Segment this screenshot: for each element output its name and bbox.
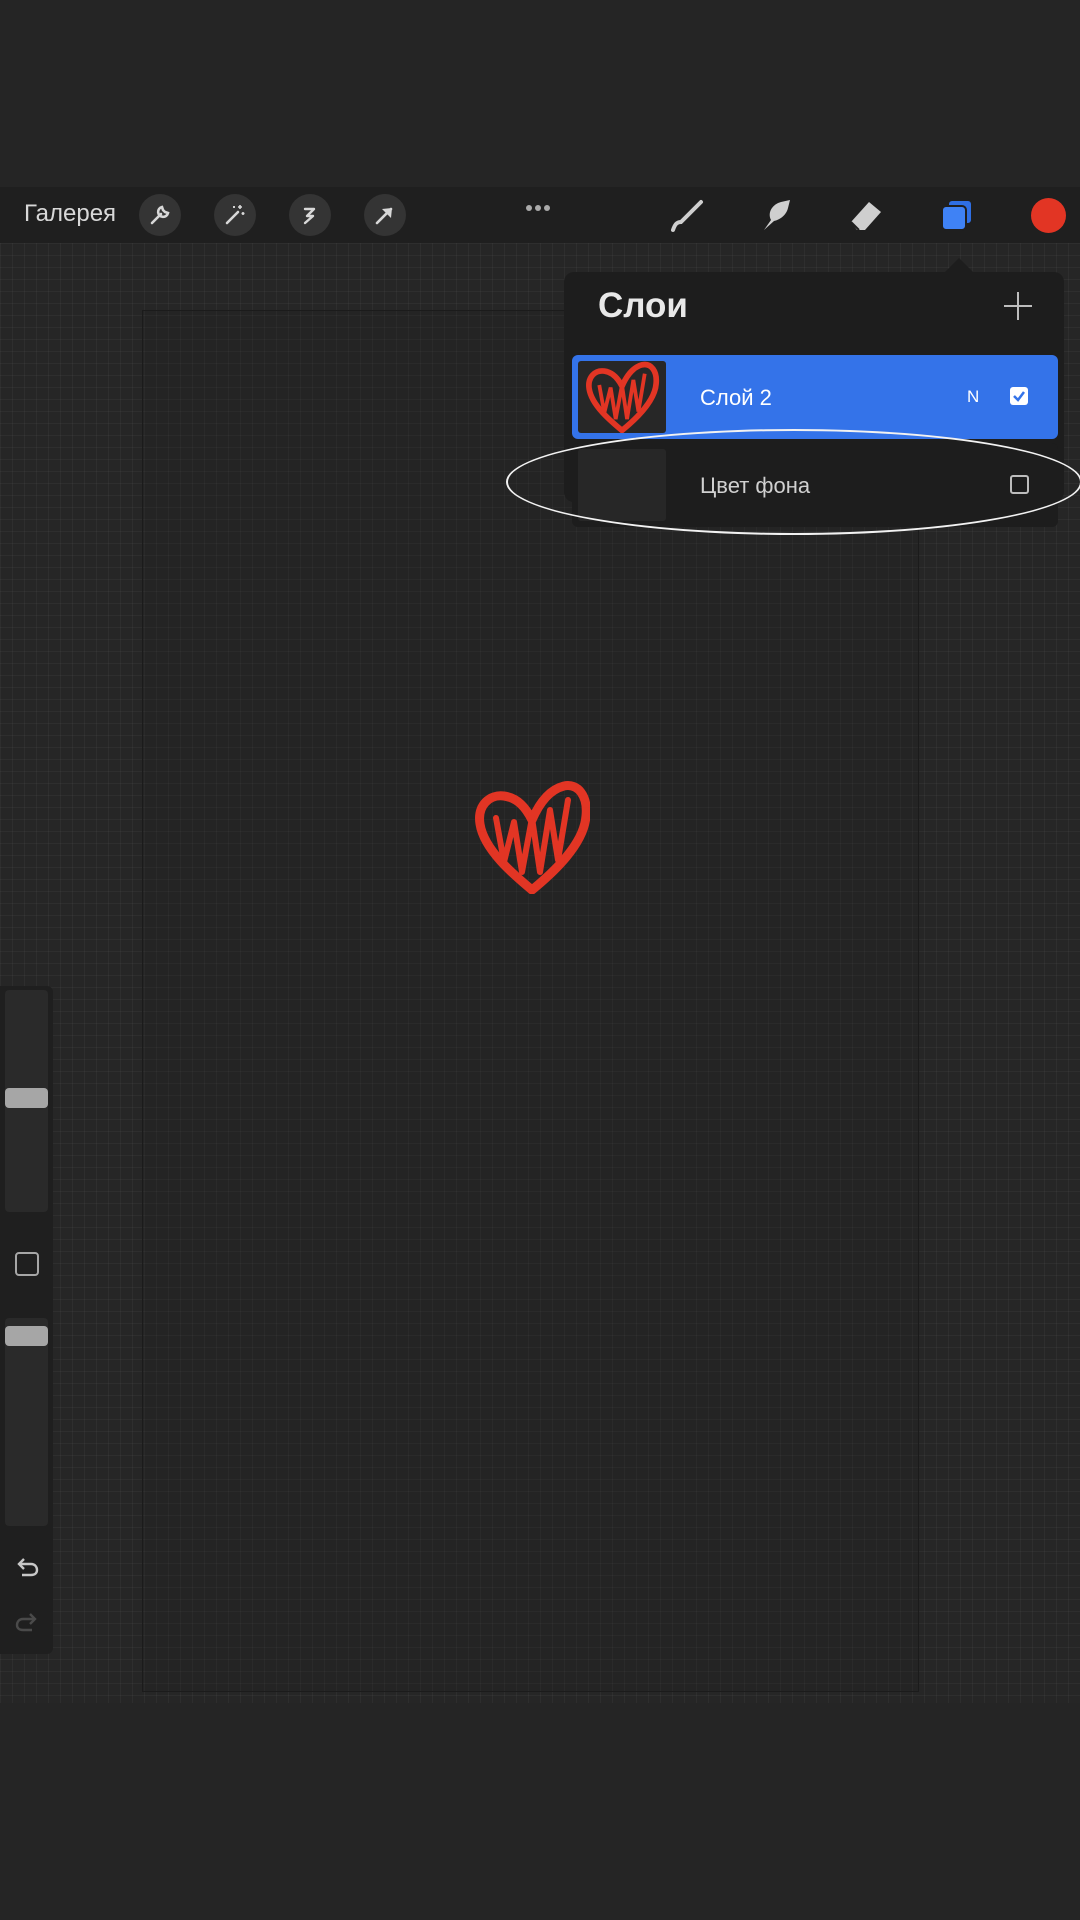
layers-panel-title: Слои <box>598 286 688 325</box>
bottom-empty-area <box>0 1703 1080 1920</box>
layer-thumbnail <box>578 361 666 433</box>
layer-name: Слой 2 <box>700 385 772 410</box>
undo-icon[interactable] <box>14 1556 40 1583</box>
eraser-icon[interactable] <box>845 194 887 241</box>
side-toolbar <box>0 986 53 1654</box>
selection-icon[interactable] <box>289 194 331 236</box>
redo-icon[interactable] <box>14 1611 40 1638</box>
opacity-slider[interactable] <box>5 1318 48 1526</box>
opacity-handle[interactable] <box>5 1326 48 1346</box>
modify-button[interactable] <box>15 1252 39 1276</box>
brush-icon[interactable] <box>665 194 707 241</box>
layers-icon[interactable] <box>936 194 978 241</box>
gallery-button[interactable]: Галерея <box>24 200 116 228</box>
wrench-icon[interactable] <box>139 194 181 236</box>
highlight-ellipse <box>506 429 1080 535</box>
layer-row-selected[interactable]: Слой 2 N <box>572 355 1058 439</box>
add-layer-button[interactable] <box>1004 292 1032 320</box>
blend-mode-button[interactable]: N <box>967 387 979 407</box>
color-picker-button[interactable] <box>1031 198 1066 233</box>
brush-size-handle[interactable] <box>5 1088 48 1108</box>
layer-visibility-checkbox[interactable] <box>1010 387 1028 405</box>
magic-wand-icon[interactable] <box>214 194 256 236</box>
more-options-icon[interactable] <box>526 198 556 211</box>
top-empty-area <box>0 0 1080 187</box>
transform-arrow-icon[interactable] <box>364 194 406 236</box>
heart-drawing <box>474 780 591 899</box>
layers-panel-arrow <box>945 258 973 272</box>
smudge-icon[interactable] <box>755 194 797 241</box>
